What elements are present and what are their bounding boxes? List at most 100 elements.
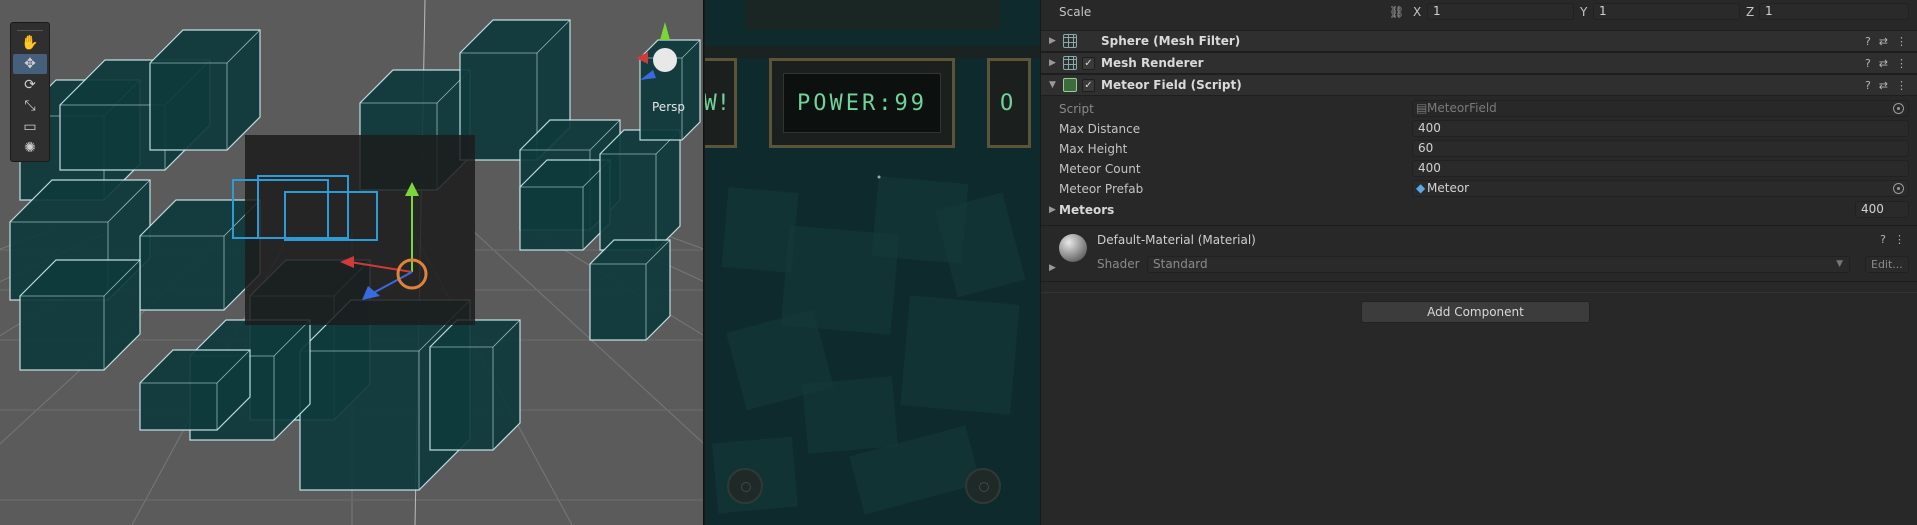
presets-icon[interactable]: ⇄ xyxy=(1879,79,1888,92)
toolbar-grip[interactable] xyxy=(17,25,43,31)
scale-row: Scale ⛓ X 1 Y 1 Z 1 xyxy=(1041,2,1917,22)
cockpit-bar xyxy=(705,46,1040,58)
more-menu-icon[interactable]: ⋮ xyxy=(1896,79,1907,92)
scale-x-field[interactable]: 1 xyxy=(1427,3,1574,20)
mesh-renderer-header[interactable]: ▶ ✓ Mesh Renderer ? ⇄ ⋮ xyxy=(1041,52,1917,74)
mesh-renderer-title: Mesh Renderer xyxy=(1101,56,1204,70)
meteors-row[interactable]: ▶ Meteors 400 xyxy=(1041,200,1917,220)
dropdown-arrow-icon: ▼ xyxy=(1836,259,1843,269)
help-icon[interactable]: ? xyxy=(1865,57,1871,70)
max-distance-row: Max Distance 400 xyxy=(1041,119,1917,139)
meteor-prefab-value: Meteor xyxy=(1427,181,1470,195)
scale-z-field[interactable]: 1 xyxy=(1759,3,1909,20)
meteor-count-row: Meteor Count 400 xyxy=(1041,159,1917,179)
script-icon xyxy=(1063,78,1077,92)
scene-view[interactable]: ✋ ✥ ⟳ ⤡ ▭ ✺ Persp xyxy=(0,0,704,525)
hud-right-text: O xyxy=(1000,90,1014,116)
cockpit-top xyxy=(745,0,1000,30)
inspector-panel: Scale ⛓ X 1 Y 1 Z 1 ▶ Sphere (Mesh Filte… xyxy=(1041,0,1917,525)
script-file-icon: ▤ xyxy=(1416,101,1428,115)
object-picker-icon[interactable] xyxy=(1893,103,1904,114)
divider xyxy=(1041,292,1917,293)
more-menu-icon[interactable]: ⋮ xyxy=(1896,57,1907,70)
meteor-prefab-row: Meteor Prefab ◆ Meteor xyxy=(1041,179,1917,199)
meteor-prefab-label: Meteor Prefab xyxy=(1059,182,1144,196)
ship-silhouette xyxy=(245,135,475,325)
scale-tool-icon[interactable]: ⤡ xyxy=(13,96,47,116)
mesh-filter-grid-icon xyxy=(1063,34,1077,48)
meteor-count-label[interactable]: Meteor Count xyxy=(1059,162,1141,176)
object-picker-icon[interactable] xyxy=(1893,183,1904,194)
meteor-cube xyxy=(589,239,671,341)
meteors-label[interactable]: Meteors xyxy=(1059,203,1114,217)
meteor-cube xyxy=(429,319,521,451)
rect-tool-icon[interactable]: ▭ xyxy=(13,117,47,137)
max-height-label[interactable]: Max Height xyxy=(1059,142,1127,156)
orientation-y xyxy=(660,22,670,40)
shader-value: Standard xyxy=(1153,257,1208,271)
left-joystick[interactable] xyxy=(727,468,763,504)
mesh-renderer-grid-icon xyxy=(1063,56,1077,70)
scale-label: Scale xyxy=(1059,5,1092,19)
max-distance-field[interactable]: 400 xyxy=(1412,120,1909,137)
transform-tool-icon[interactable]: ✺ xyxy=(13,138,47,158)
constrain-proportions-icon[interactable]: ⛓ xyxy=(1389,5,1404,19)
presets-icon[interactable]: ⇄ xyxy=(1879,35,1888,48)
divider xyxy=(1041,281,1917,282)
mesh-filter-title: Sphere (Mesh Filter) xyxy=(1101,34,1241,48)
meteor-count-field[interactable]: 400 xyxy=(1412,160,1909,177)
meteor-field-title: Meteor Field (Script) xyxy=(1101,78,1242,92)
scale-z-label: Z xyxy=(1746,5,1755,19)
meteors-size-field[interactable]: 400 xyxy=(1855,201,1909,218)
help-icon[interactable]: ? xyxy=(1865,79,1871,92)
max-height-row: Max Height 60 xyxy=(1041,139,1917,159)
right-joystick[interactable] xyxy=(965,468,1001,504)
help-icon[interactable]: ? xyxy=(1880,233,1886,246)
material-preview-sphere xyxy=(1059,234,1087,262)
shader-label: Shader xyxy=(1097,257,1140,271)
shader-edit-button[interactable]: Edit... xyxy=(1865,256,1909,273)
orientation-gizmo xyxy=(653,48,677,72)
script-field: ▤ MeteorField xyxy=(1412,100,1909,117)
script-row: Script ▤ MeteorField xyxy=(1041,99,1917,119)
meteor-field-header[interactable]: ▼ ✓ Meteor Field (Script) ? ⇄ ⋮ xyxy=(1041,74,1917,96)
hand-tool-icon[interactable]: ✋ xyxy=(13,33,47,53)
scene-canvas[interactable] xyxy=(0,0,704,525)
game-meteor xyxy=(802,376,898,454)
script-label: Script xyxy=(1059,102,1094,116)
hud-left-panel: W! xyxy=(705,58,737,148)
fold-arrow-icon[interactable]: ▶ xyxy=(1049,36,1056,46)
max-distance-label[interactable]: Max Distance xyxy=(1059,122,1140,136)
rotate-tool-icon[interactable]: ⟳ xyxy=(13,75,47,95)
fold-arrow-icon[interactable]: ▶ xyxy=(1049,58,1056,68)
scene-toolbar: ✋ ✥ ⟳ ⤡ ▭ ✺ xyxy=(10,22,50,162)
presets-icon[interactable]: ⇄ xyxy=(1879,57,1888,70)
max-height-field[interactable]: 60 xyxy=(1412,140,1909,157)
help-icon[interactable]: ? xyxy=(1865,35,1871,48)
meteor-cube xyxy=(149,29,261,151)
mesh-renderer-checkbox[interactable]: ✓ xyxy=(1082,56,1095,70)
power-display: POWER:99 xyxy=(769,58,955,148)
scale-y-field[interactable]: 1 xyxy=(1593,3,1740,20)
game-view[interactable]: W! POWER:99 O xyxy=(705,0,1040,525)
add-component-button[interactable]: Add Component xyxy=(1361,301,1590,323)
shader-dropdown[interactable]: Standard ▼ xyxy=(1147,256,1850,273)
fold-arrow-icon[interactable]: ▶ xyxy=(1049,205,1056,215)
projection-label[interactable]: Persp xyxy=(652,100,685,114)
scale-x-label: X xyxy=(1413,5,1422,19)
meteor-field-checkbox[interactable]: ✓ xyxy=(1082,78,1095,92)
crosshair-dot xyxy=(877,175,881,179)
more-menu-icon[interactable]: ⋮ xyxy=(1894,233,1905,246)
meteor-cube xyxy=(599,129,681,251)
hud-right-panel: O xyxy=(987,58,1031,148)
scale-y-label: Y xyxy=(1580,5,1588,19)
more-menu-icon[interactable]: ⋮ xyxy=(1896,35,1907,48)
move-tool-icon[interactable]: ✥ xyxy=(13,54,47,74)
fold-arrow-icon[interactable]: ▼ xyxy=(1049,80,1056,90)
mesh-filter-header[interactable]: ▶ Sphere (Mesh Filter) ? ⇄ ⋮ xyxy=(1041,30,1917,52)
fold-arrow-icon[interactable]: ▶ xyxy=(1049,263,1056,273)
prefab-cube-icon: ◆ xyxy=(1416,181,1426,195)
meteor-prefab-field[interactable]: ◆ Meteor xyxy=(1412,180,1909,197)
script-value: MeteorField xyxy=(1427,101,1497,115)
meteor-cube xyxy=(139,199,261,311)
